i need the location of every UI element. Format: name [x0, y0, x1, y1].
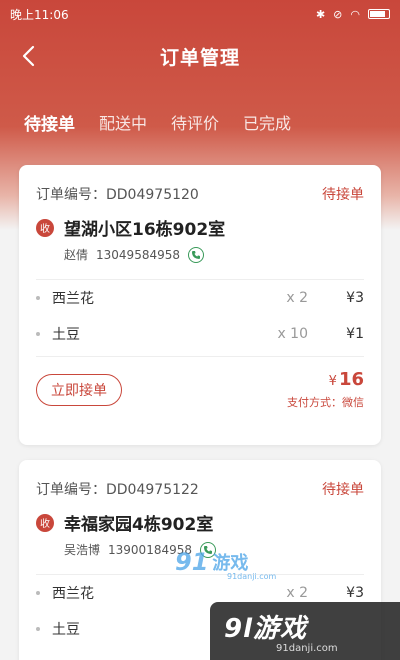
item-quantity: x 2 [286, 290, 308, 306]
bullet-icon [36, 627, 40, 631]
order-number: 订单编号：DD04975122 [36, 482, 199, 498]
receive-badge: 收 [36, 513, 54, 532]
nav-bar: 订单管理 [0, 34, 400, 78]
receive-badge: 收 [36, 218, 54, 237]
item-name: 土豆 [52, 327, 80, 343]
phone-icon [192, 250, 200, 259]
watermark-url: 91danji.com [227, 572, 277, 581]
wifi-icon: ◠ [350, 7, 360, 21]
watermark-logo: 91 [175, 548, 209, 576]
bullet-icon [36, 332, 40, 336]
list-item: 西兰花 x 2 ¥3 [36, 280, 364, 316]
tab-pending[interactable]: 待接单 [24, 110, 75, 135]
chevron-left-icon [22, 45, 35, 67]
order-card[interactable]: 订单编号：DD04975120 待接单 收 望湖小区16栋902室 赵倩 130… [19, 165, 381, 445]
alarm-off-icon: ⊘ [333, 7, 343, 21]
item-quantity: x 2 [286, 585, 308, 601]
call-button[interactable] [188, 246, 204, 263]
item-price: ¥1 [346, 326, 364, 342]
contact-name: 吴浩博 [64, 543, 101, 557]
bullet-icon [36, 296, 40, 300]
watermark-corner-url: 91danji.com [276, 643, 338, 654]
delivery-address: 望湖小区16栋902室 [64, 220, 226, 240]
contact-name: 赵倩 [64, 248, 89, 262]
watermark-corner-text: 9l游戏 [224, 614, 308, 644]
payment-method: 支付方式：微信 [287, 396, 364, 409]
order-status: 待接单 [322, 482, 364, 498]
delivery-address: 幸福家园4栋902室 [64, 515, 214, 535]
total-amount: 16 [338, 369, 364, 390]
order-tabs: 待接单 配送中 待评价 已完成 [24, 110, 291, 135]
order-total: ¥16 支付方式：微信 [287, 369, 364, 410]
order-status: 待接单 [322, 187, 364, 203]
contact-phone: 13049584958 [96, 247, 180, 262]
tab-completed[interactable]: 已完成 [243, 110, 291, 135]
item-price: ¥3 [346, 585, 364, 601]
tab-to-review[interactable]: 待评价 [171, 110, 219, 135]
back-button[interactable] [14, 42, 42, 70]
order-number: 订单编号：DD04975120 [36, 187, 199, 203]
watermark-corner: 9l游戏 91danji.com [210, 602, 400, 660]
currency-symbol: ¥ [328, 374, 337, 389]
status-time: 晚上11:06 [10, 7, 69, 22]
divider [36, 356, 364, 357]
bluetooth-icon: ✱ [315, 7, 326, 21]
page-title: 订单管理 [159, 46, 240, 69]
item-name: 西兰花 [52, 291, 94, 307]
accept-order-button[interactable]: 立即接单 [36, 373, 122, 406]
watermark-center: 91 游戏 91danji.com [175, 548, 276, 581]
item-name: 西兰花 [52, 586, 94, 602]
status-bar: 晚上11:06 ✱ ⊘ ◠ [0, 0, 400, 28]
bullet-icon [36, 591, 40, 595]
list-item: 土豆 x 10 ¥1 [36, 316, 364, 352]
battery-icon [368, 9, 390, 19]
tab-delivering[interactable]: 配送中 [99, 110, 147, 135]
item-quantity: x 10 [277, 326, 308, 342]
status-icons: ✱ ⊘ ◠ [316, 8, 390, 21]
item-price: ¥3 [346, 290, 364, 306]
